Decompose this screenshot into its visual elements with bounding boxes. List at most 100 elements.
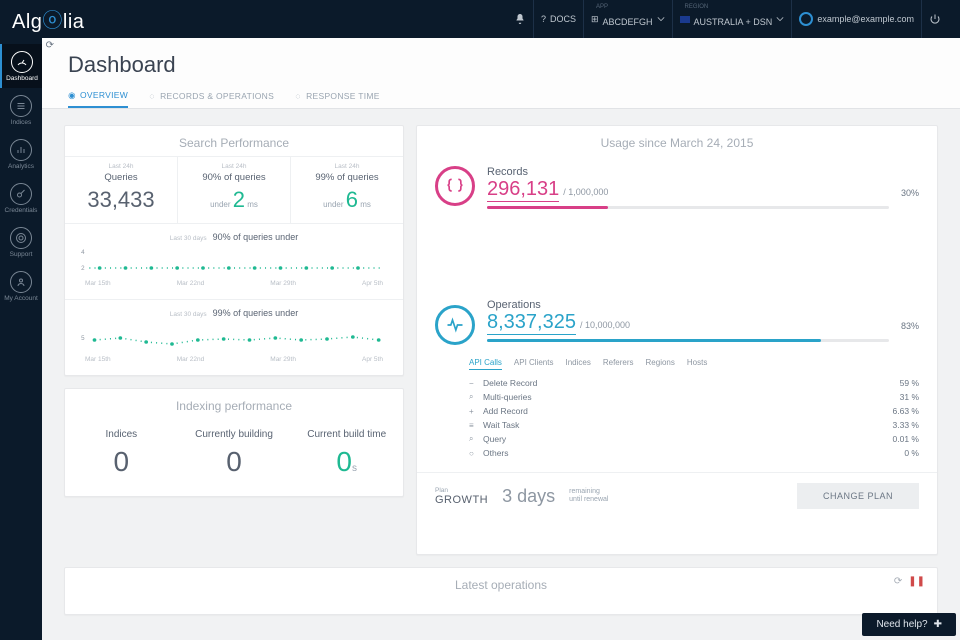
tab-label: OVERVIEW [80, 90, 128, 100]
metric-99pct: Last 24h 99% of queries under 6 ms [291, 157, 403, 223]
sidebar-item-indices[interactable]: Indices [0, 88, 42, 132]
sidebar-item-label: Dashboard [6, 75, 38, 82]
svg-text:5: 5 [81, 335, 85, 342]
renewal-days: 3 days [502, 486, 555, 507]
api-tab-calls[interactable]: API Calls [469, 358, 502, 370]
search-icon: ⌕ [469, 392, 477, 402]
chart-90pct: Last 30 days90% of queries under 4 2 Mar… [65, 223, 403, 299]
api-tab-indices[interactable]: Indices [565, 358, 590, 370]
sidebar-item-label: Credentials [5, 207, 38, 214]
metric-value: 6 [346, 187, 358, 212]
help-button[interactable]: Need help? ✚ [862, 613, 956, 636]
refresh-icon[interactable]: ⟳ [46, 40, 54, 51]
panel-title: Latest operations [455, 568, 547, 592]
notifications-button[interactable] [507, 0, 533, 38]
app-selector[interactable]: APP ⊞ ABCDEFGH [583, 0, 672, 38]
list-icon: ≡ [469, 421, 477, 430]
metric-value: 0 [182, 446, 287, 478]
refresh-icon[interactable]: ⟳ [894, 576, 902, 587]
help-label: Need help? [876, 619, 927, 630]
usage-label: Records [487, 166, 889, 178]
api-tab-hosts[interactable]: Hosts [687, 358, 707, 370]
sidebar-item-analytics[interactable]: Analytics [0, 132, 42, 176]
progress-bar [487, 206, 889, 209]
sidebar-item-label: Indices [11, 119, 32, 126]
metric-build-time: Current build time0s [290, 419, 403, 496]
activity-icon [435, 305, 475, 345]
tab-label: RESPONSE TIME [306, 91, 380, 101]
main: Dashboard ◉OVERVIEW ◌ RECORDS & OPERATION… [42, 38, 960, 640]
plan-name: GROWTH [435, 494, 488, 506]
change-plan-button[interactable]: CHANGE PLAN [797, 483, 919, 509]
life-ring-icon [10, 227, 32, 249]
sidebar-item-account[interactable]: My Account [0, 264, 42, 308]
metric-90pct: Last 24h 90% of queries under 2 ms [178, 157, 291, 223]
period-label: Last 24h [295, 163, 399, 170]
tab-label: RECORDS & OPERATIONS [160, 91, 274, 101]
search-icon: ⌕ [469, 434, 477, 444]
metric-value: 0 [69, 446, 174, 478]
circle-icon: ○ [469, 449, 477, 458]
api-tab-regions[interactable]: Regions [646, 358, 675, 370]
bar-chart-icon [10, 139, 32, 161]
plan-caption: Plan [435, 487, 488, 494]
sidebar-item-dashboard[interactable]: Dashboard [0, 44, 42, 88]
docs-link[interactable]: ? DOCS [533, 0, 583, 38]
metric-value: 2 [233, 187, 245, 212]
bell-icon [514, 13, 526, 25]
list-item: ○Others0 % [469, 446, 919, 460]
plan-footer: Plan GROWTH 3 days remaining until renew… [417, 472, 937, 523]
list-item: ⌕Query0.01 % [469, 432, 919, 446]
panel-title: Usage since March 24, 2015 [417, 126, 937, 156]
sparkline-icon: 5 [79, 322, 389, 356]
usage-records: Records 296,131 / 1,000,000 30% [417, 156, 937, 219]
clock-icon: ◌ [148, 92, 156, 100]
usage-operations: Operations 8,337,325/ 10,000,000 83% [417, 289, 937, 352]
latest-operations-panel: Latest operations ⟳ ❚❚ [64, 567, 938, 615]
panel-title: Search Performance [65, 126, 403, 156]
sidebar: ⟳ Dashboard Indices Analytics Credential… [0, 38, 42, 640]
chevron-down-icon [657, 15, 665, 23]
sidebar-item-label: Analytics [8, 163, 34, 170]
tab-response-time[interactable]: ◌ RESPONSE TIME [294, 90, 380, 108]
logout-button[interactable] [921, 0, 948, 38]
plus-icon: + [469, 407, 477, 416]
page-title: Dashboard [68, 52, 934, 78]
user-menu[interactable]: example@example.com [791, 0, 921, 38]
sidebar-item-label: My Account [4, 295, 38, 302]
sidebar-item-support[interactable]: Support [0, 220, 42, 264]
svg-text:4: 4 [81, 249, 85, 256]
avatar-icon [799, 12, 813, 26]
region-selector-caption: REGION [685, 4, 709, 10]
user-icon [10, 271, 32, 293]
usage-limit: / 1,000,000 [563, 187, 608, 197]
metric-label: 90% of queries [182, 172, 286, 183]
usage-value: 296,131 [487, 178, 559, 202]
region-selector[interactable]: REGION AUSTRALIA + DSN [672, 0, 792, 38]
metric-label: Queries [69, 172, 173, 183]
minus-icon: − [469, 379, 477, 388]
pause-icon[interactable]: ❚❚ [908, 576, 925, 587]
tab-overview[interactable]: ◉OVERVIEW [68, 90, 128, 108]
api-tab-clients[interactable]: API Clients [514, 358, 554, 370]
metric-building: Currently building0 [178, 419, 291, 496]
app-selector-caption: APP [596, 4, 608, 10]
api-breakdown-list: −Delete Record59 % ⌕Multi-queries31 % +A… [417, 370, 937, 472]
clock-icon: ◌ [294, 92, 302, 100]
grid-icon: ⊞ [591, 14, 599, 25]
api-tab-referers[interactable]: Referers [603, 358, 634, 370]
page-tabs: ◉OVERVIEW ◌ RECORDS & OPERATIONS ◌ RESPONS… [68, 90, 934, 108]
usage-percent: 30% [901, 188, 919, 198]
braces-icon [435, 166, 475, 206]
usage-label: Operations [487, 299, 889, 311]
region-selector-value: AUSTRALIA + DSN [694, 11, 773, 27]
tab-records[interactable]: ◌ RECORDS & OPERATIONS [148, 90, 274, 108]
sidebar-item-credentials[interactable]: Credentials [0, 176, 42, 220]
sparkline-icon: 4 2 [79, 246, 389, 280]
list-item: +Add Record6.63 % [469, 404, 919, 418]
metric-value: 0 [336, 446, 352, 477]
period-label: Last 24h [182, 163, 286, 170]
list-item: ⌕Multi-queries31 % [469, 390, 919, 404]
progress-bar [487, 339, 889, 342]
plus-circle-icon: ✚ [934, 619, 942, 630]
